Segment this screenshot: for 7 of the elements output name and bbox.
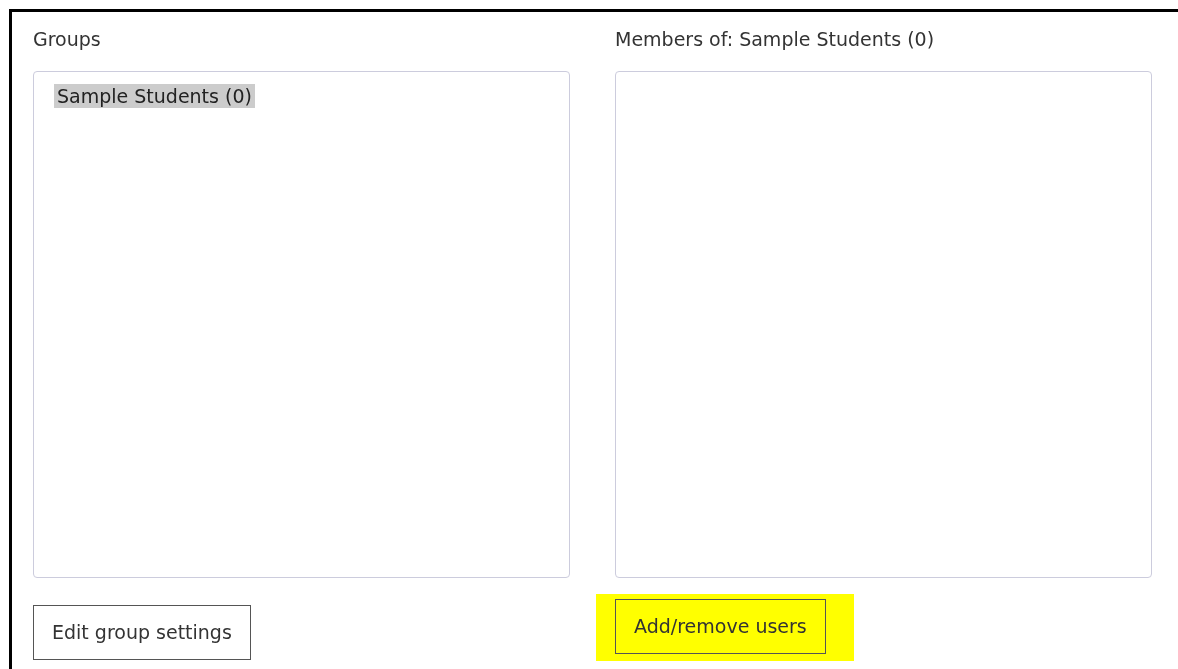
edit-settings-button[interactable]: Edit group settings bbox=[33, 604, 251, 660]
group-option[interactable]: Sample Students (0) bbox=[54, 84, 255, 108]
add-remove-users-button[interactable]: Add/remove users bbox=[615, 598, 826, 654]
members-label: Members of: Sample Students (0) bbox=[615, 28, 936, 52]
members-listbox[interactable] bbox=[615, 71, 1152, 578]
groups-label: Groups bbox=[33, 28, 102, 52]
groups-listbox[interactable]: Sample Students (0) bbox=[33, 71, 570, 578]
